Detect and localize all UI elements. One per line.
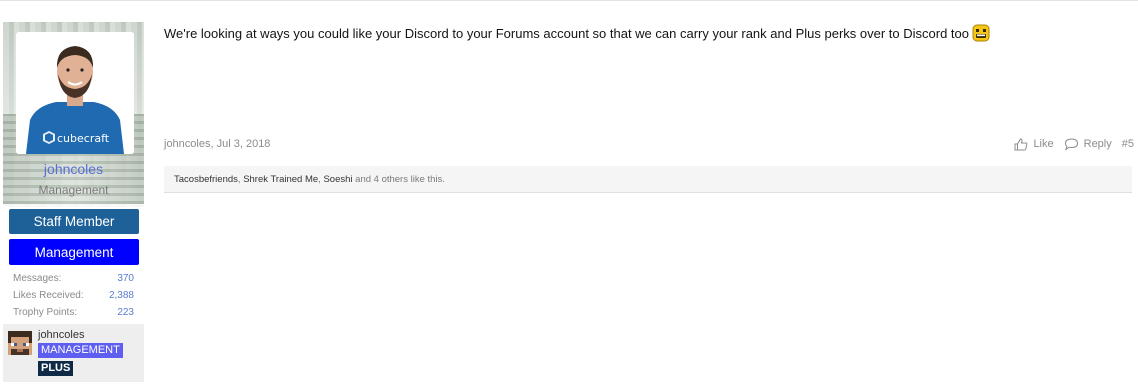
thumbs-up-icon [1014, 137, 1028, 150]
shirt-logo-text: cubecraft [57, 132, 110, 145]
stat-value[interactable]: 370 [117, 272, 134, 289]
post-date-link[interactable]: Jul 3, 2018 [217, 138, 271, 150]
likes-summary: Tacosbefriends, Shrek Trained Me, Soeshi… [164, 166, 1132, 193]
like-button[interactable]: Like [1014, 137, 1054, 151]
minecraft-profile: johncoles MANAGEMENT PLUS [3, 324, 144, 382]
top-divider [0, 0, 1138, 2]
message-body: We're looking at ways you could like you… [164, 24, 1124, 47]
staff-member-banner: Staff Member [9, 209, 139, 234]
stat-messages: Messages: 370 [13, 272, 134, 289]
user-stats: Messages: 370 Likes Received: 2,388 Trop… [13, 272, 134, 323]
liker-link[interactable]: Tacosbefriends [174, 174, 238, 185]
minecraft-head-icon [8, 331, 32, 355]
plus-badge: PLUS [38, 361, 74, 376]
forum-post: cubecraft johncoles Management Staff Mem… [0, 0, 1138, 390]
post-actions: Like Reply #5 [1004, 135, 1134, 153]
post-number: #5 [1121, 138, 1134, 150]
post-meta: johncoles, Jul 3, 2018 [164, 138, 270, 150]
avatar-photo: cubecraft [16, 32, 134, 154]
like-label: Like [1033, 138, 1054, 150]
liker-link[interactable]: Soeshi [323, 174, 352, 185]
post-permalink[interactable]: #5 [1122, 138, 1134, 150]
management-banner: Management [9, 239, 139, 265]
speech-bubble-icon [1064, 137, 1078, 151]
stat-label: Trophy Points: [13, 307, 78, 318]
others-like-text[interactable]: and 4 others like this. [355, 174, 445, 185]
stat-trophy-points: Trophy Points: 223 [13, 306, 134, 323]
stat-likes-received: Likes Received: 2,388 [13, 289, 134, 306]
user-sidebar: cubecraft johncoles Management Staff Mem… [3, 22, 144, 382]
stat-value[interactable]: 223 [117, 306, 134, 323]
user-title: Management [38, 183, 109, 197]
stat-label: Likes Received: [13, 290, 84, 301]
reply-button[interactable]: Reply [1064, 137, 1112, 151]
post-author-link[interactable]: johncoles [164, 138, 210, 150]
minecraft-username: johncoles [38, 329, 85, 341]
username-link[interactable]: johncoles [3, 161, 144, 177]
message-text: We're looking at ways you could like you… [164, 26, 969, 41]
reply-label: Reply [1083, 138, 1112, 150]
stat-value[interactable]: 2,388 [109, 289, 134, 306]
grinning-face-icon [972, 24, 990, 47]
rank-badge: MANAGEMENT [38, 343, 123, 358]
avatar[interactable]: cubecraft [16, 32, 134, 154]
liker-link[interactable]: Shrek Trained Me [243, 174, 318, 185]
stat-label: Messages: [13, 273, 62, 284]
